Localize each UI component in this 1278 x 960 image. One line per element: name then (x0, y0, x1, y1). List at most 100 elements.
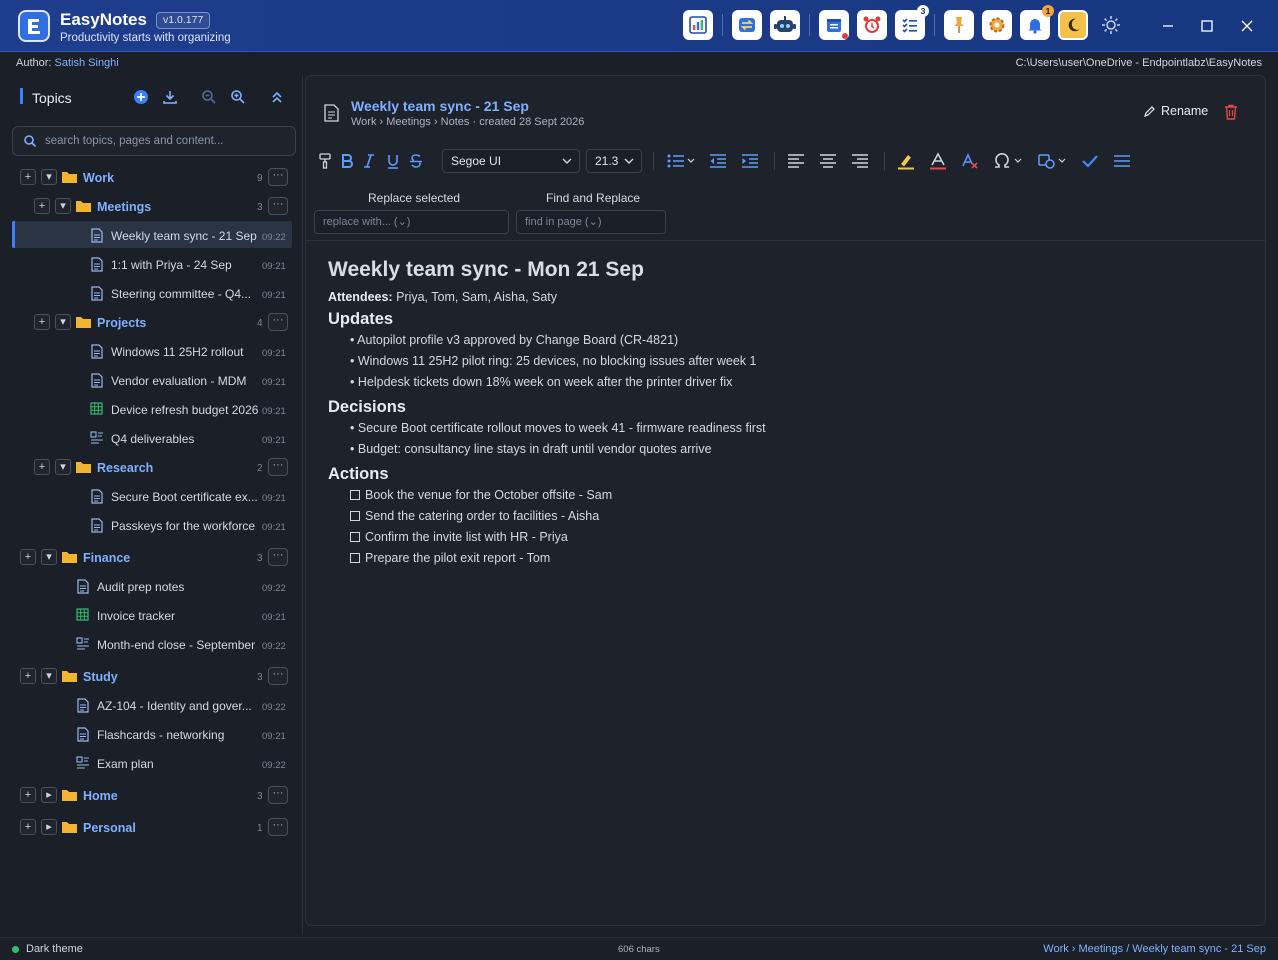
checkbox[interactable] (350, 511, 360, 521)
page-row[interactable]: Secure Boot certificate ex... 09:21 (0, 482, 302, 511)
search-input[interactable] (43, 132, 288, 150)
font-family-select[interactable]: Segoe UI (442, 149, 580, 173)
indent-button[interactable] (740, 150, 760, 172)
folder-row-work[interactable]: + ▾ Work 9 ··· (0, 163, 302, 192)
status-breadcrumb[interactable]: Work › Meetings / Weekly team sync - 21 … (1043, 943, 1266, 955)
align-right-button[interactable] (850, 150, 870, 172)
highlight-button[interactable] (896, 150, 916, 172)
folder-row-finance[interactable]: + ▾ Finance 3 ··· (0, 543, 302, 572)
delete-page-button[interactable] (1224, 104, 1238, 120)
font-size-select[interactable]: 21.3 (586, 149, 642, 173)
outdent-button[interactable] (708, 150, 728, 172)
alarm-button[interactable] (857, 10, 887, 40)
strikethrough-button[interactable] (407, 150, 425, 172)
font-color-button[interactable] (928, 150, 948, 172)
tasks-button[interactable]: 3 (895, 5, 929, 40)
dark-mode-toggle[interactable] (1058, 10, 1088, 40)
folder-menu-button[interactable]: ··· (268, 458, 288, 476)
calendar-button[interactable] (819, 10, 849, 40)
page-row[interactable]: Steering committee - Q4... 09:21 (0, 279, 302, 308)
page-row[interactable]: Vendor evaluation - MDM 09:21 (0, 366, 302, 395)
add-page-button[interactable]: + (20, 169, 36, 185)
folder-menu-button[interactable]: ··· (268, 168, 288, 186)
folder-menu-button[interactable]: ··· (268, 548, 288, 566)
page-row[interactable]: Invoice tracker 09:21 (0, 601, 302, 630)
checkbox-insert-button[interactable] (1080, 150, 1100, 172)
align-center-button[interactable] (818, 150, 838, 172)
page-row[interactable]: 1:1 with Priya - 24 Sep 09:21 (0, 250, 302, 279)
collapse-all-button[interactable] (267, 87, 287, 107)
pin-button[interactable] (944, 10, 974, 40)
page-row[interactable]: Audit prep notes 09:22 (0, 572, 302, 601)
rename-button[interactable]: Rename (1143, 104, 1208, 118)
add-page-button[interactable]: + (34, 314, 50, 330)
settings-button[interactable] (982, 10, 1012, 40)
collapse-toggle[interactable]: ▾ (41, 169, 57, 185)
close-button[interactable] (1235, 14, 1259, 38)
replace-input[interactable] (314, 210, 509, 234)
document-content[interactable]: Weekly team sync - Mon 21 Sep Attendees:… (328, 258, 1228, 572)
assistant-button[interactable] (770, 10, 800, 40)
align-left-button[interactable] (786, 150, 806, 172)
folder-row-meetings[interactable]: + ▾ Meetings 3 ··· (0, 192, 302, 221)
expand-toggle[interactable]: ▸ (41, 819, 57, 835)
page-row[interactable]: Month-end close - September 09:22 (0, 630, 302, 659)
folder-row-study[interactable]: + ▾ Study 3 ··· (0, 662, 302, 691)
author-name[interactable]: Satish Singhi (55, 57, 119, 69)
collapse-toggle[interactable]: ▾ (41, 668, 57, 684)
notifications-button[interactable]: 1 (1020, 5, 1054, 40)
checkbox[interactable] (350, 553, 360, 563)
maximize-button[interactable] (1195, 14, 1219, 38)
folder-menu-button[interactable]: ··· (268, 786, 288, 804)
collapse-toggle[interactable]: ▾ (55, 198, 71, 214)
folder-row-research[interactable]: + ▾ Research 2 ··· (0, 453, 302, 482)
page-row[interactable]: Passkeys for the workforce 09:21 (0, 511, 302, 540)
folder-menu-button[interactable]: ··· (268, 818, 288, 836)
bold-button[interactable] (338, 150, 356, 172)
zoom-out-button[interactable] (199, 87, 219, 107)
page-row[interactable]: Device refresh budget 2026 09:21 (0, 395, 302, 424)
minimize-button[interactable] (1156, 14, 1180, 38)
add-page-button[interactable]: + (20, 819, 36, 835)
folder-row-projects[interactable]: + ▾ Projects 4 ··· (0, 308, 302, 337)
collapse-toggle[interactable]: ▾ (55, 314, 71, 330)
underline-button[interactable] (384, 150, 402, 172)
add-page-button[interactable]: + (20, 549, 36, 565)
folder-menu-button[interactable]: ··· (268, 667, 288, 685)
import-button[interactable] (160, 87, 180, 107)
collapse-toggle[interactable]: ▾ (41, 549, 57, 565)
page-row[interactable]: Exam plan 09:22 (0, 749, 302, 778)
insert-shape-button[interactable] (1036, 150, 1070, 172)
horizontal-rule-button[interactable] (1112, 150, 1132, 172)
page-row[interactable]: Q4 deliverables 09:21 (0, 424, 302, 453)
italic-button[interactable] (360, 150, 378, 172)
collapse-toggle[interactable]: ▾ (55, 459, 71, 475)
folder-menu-button[interactable]: ··· (268, 313, 288, 331)
page-row[interactable]: Windows 11 25H2 rollout 09:21 (0, 337, 302, 366)
checkbox[interactable] (350, 490, 360, 500)
sidebar-resize-handle[interactable] (302, 75, 303, 935)
add-page-button[interactable]: + (34, 198, 50, 214)
page-row-weekly-team-sync[interactable]: Weekly team sync - 21 Sep 09:22 (0, 221, 302, 250)
add-page-button[interactable]: + (20, 787, 36, 803)
clear-format-button[interactable] (960, 150, 980, 172)
add-page-button[interactable]: + (34, 459, 50, 475)
sync-button[interactable] (732, 10, 762, 40)
dashboard-button[interactable] (683, 10, 713, 40)
special-character-button[interactable] (992, 150, 1026, 172)
find-input[interactable] (516, 210, 666, 234)
page-row[interactable]: AZ-104 - Identity and gover... 09:22 (0, 691, 302, 720)
bullet-list-button[interactable] (666, 150, 696, 172)
zoom-in-button[interactable] (228, 87, 248, 107)
folder-row-home[interactable]: + ▸ Home 3 ··· (0, 781, 302, 810)
format-painter-button[interactable] (316, 150, 334, 172)
toolbar-separator (934, 14, 935, 36)
folder-row-personal[interactable]: + ▸ Personal 1 ··· (0, 813, 302, 842)
expand-toggle[interactable]: ▸ (41, 787, 57, 803)
checkbox[interactable] (350, 532, 360, 542)
add-page-button[interactable]: + (20, 668, 36, 684)
add-topic-button[interactable] (131, 87, 151, 107)
folder-menu-button[interactable]: ··· (268, 197, 288, 215)
page-row[interactable]: Flashcards - networking 09:21 (0, 720, 302, 749)
light-mode-toggle[interactable] (1096, 10, 1126, 40)
